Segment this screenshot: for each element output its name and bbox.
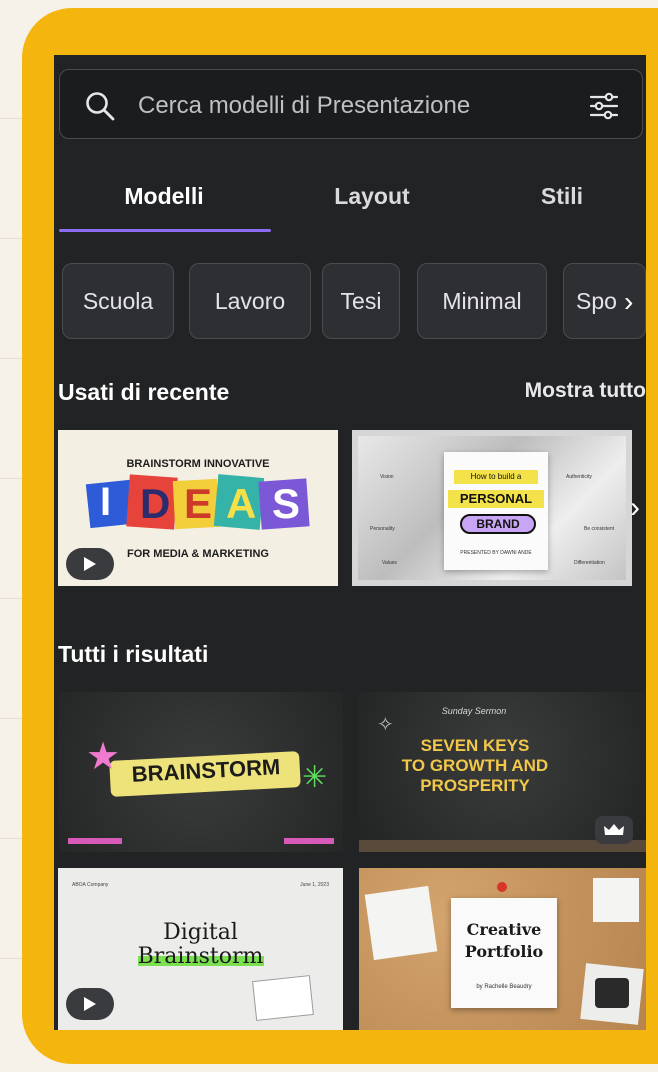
thumb-label: Personality xyxy=(370,526,395,532)
thumb-label: Be consistent xyxy=(584,526,615,532)
thumb-label: Values xyxy=(382,560,397,566)
thumb-line2: Portfolio xyxy=(464,942,544,961)
search-icon xyxy=(86,92,115,121)
template-thumb-personal-brand[interactable]: How to build a PERSONAL BRAND PRESENTED … xyxy=(352,430,632,586)
polaroid-photo xyxy=(364,885,438,961)
thumb-line1: SEVEN KEYS xyxy=(420,736,530,755)
template-thumb-ideas[interactable]: BRAINSTORM INNOVATIVE I D E A S FOR MEDI… xyxy=(58,430,338,586)
thumb-header: BRAINSTORM INNOVATIVE xyxy=(126,458,270,470)
chevron-right-icon[interactable]: › xyxy=(630,491,640,525)
thumb-label: Authenticity xyxy=(566,474,592,480)
template-thumb-brainstorm[interactable]: BRAINSTORM ★ ✳ xyxy=(58,692,343,852)
thumb-label: Differentiation xyxy=(574,560,605,566)
thumb-line1: Digital xyxy=(163,920,238,945)
template-thumb-digital-brainstorm[interactable]: ABOA Company June 1, 2023 Digital Brains… xyxy=(58,868,343,1030)
ideas-letters: I D E A S xyxy=(85,474,310,532)
thumb-company: ABOA Company xyxy=(72,882,109,888)
camera-icon xyxy=(595,978,629,1008)
thumb-small: How to build a xyxy=(454,470,538,484)
chip-minimal[interactable]: Minimal xyxy=(417,263,547,339)
tab-stili[interactable]: Stili xyxy=(500,179,624,213)
paper-scrap xyxy=(593,878,639,922)
chevron-right-icon[interactable]: › xyxy=(624,285,646,319)
thumb-line1: Creative xyxy=(466,920,542,939)
sparkle-icon: ✳ xyxy=(302,761,328,794)
chip-scuola[interactable]: Scuola xyxy=(62,263,174,339)
active-tab-indicator xyxy=(59,229,271,232)
premium-badge xyxy=(595,816,633,844)
play-icon xyxy=(84,997,96,1011)
show-all-link[interactable]: Mostra tutto xyxy=(525,379,646,403)
templates-panel: Modelli Layout Stili Scuola Lavoro Tesi … xyxy=(54,55,646,1030)
search-input[interactable] xyxy=(136,84,560,128)
chip-lavoro[interactable]: Lavoro xyxy=(189,263,311,339)
deco-bar xyxy=(284,838,334,844)
tab-layout[interactable]: Layout xyxy=(290,179,454,213)
thumb-line3: PROSPERITY xyxy=(420,776,530,795)
filter-icon[interactable] xyxy=(588,90,620,122)
thumb-date: June 1, 2023 xyxy=(300,882,329,888)
results-title: Tutti i risultati xyxy=(58,641,209,667)
play-icon xyxy=(84,557,96,571)
star-icon: ★ xyxy=(86,736,121,778)
thumb-line2: Brainstorm xyxy=(137,944,264,969)
tab-modelli[interactable]: Modelli xyxy=(82,179,246,213)
template-thumb-creative-portfolio[interactable]: Creative Portfolio by Rachelle Beaudry xyxy=(359,868,646,1030)
deco-bar xyxy=(68,838,122,844)
chip-tesi[interactable]: Tesi xyxy=(322,263,400,339)
pin-icon xyxy=(497,882,507,892)
thumb-line1: PERSONAL xyxy=(448,490,544,508)
thumb-line2: TO GROWTH AND xyxy=(401,756,549,775)
video-badge xyxy=(66,988,114,1020)
recent-title: Usati di recente xyxy=(58,379,230,405)
thumb-label: Vision xyxy=(380,474,394,480)
crown-icon xyxy=(604,824,624,835)
search-bar xyxy=(59,69,643,139)
thumb-credit: PRESENTED BY DAWNI ANDE xyxy=(460,550,532,556)
thumb-author: by Rachelle Beaudry xyxy=(476,984,532,990)
template-thumb-seven-keys[interactable]: Sunday Sermon SEVEN KEYS TO GROWTH AND P… xyxy=(359,692,646,852)
sparkle-icon: ✧ xyxy=(377,714,394,736)
sticky-note xyxy=(252,975,314,1021)
video-badge xyxy=(66,548,114,580)
thumb-line2: BRAND xyxy=(460,514,536,534)
